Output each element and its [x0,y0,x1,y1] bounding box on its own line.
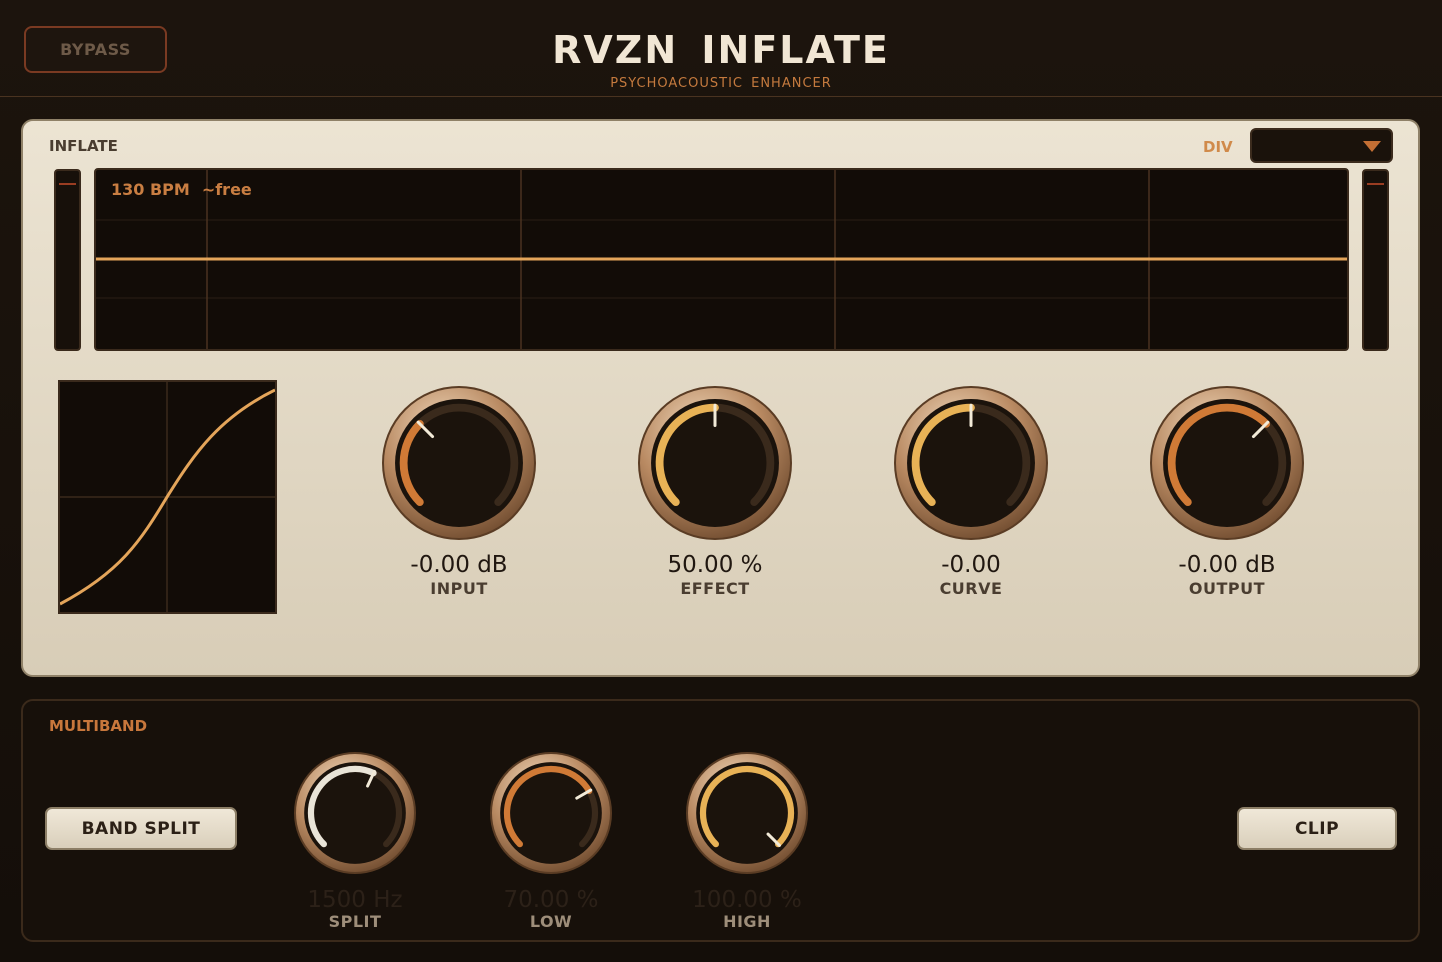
input-knob[interactable] [381,385,537,541]
output-level-meter [1362,169,1389,351]
band-split-button[interactable]: BAND SPLIT [45,807,237,850]
split-label: SPLIT [328,912,382,931]
transfer-curve-display [58,380,277,614]
split-knob[interactable] [293,751,417,875]
output-value: -0.00 dB [1178,552,1276,578]
effect-knob[interactable] [637,385,793,541]
input-label: INPUT [430,579,488,598]
inflate-section-label: INFLATE [49,137,118,155]
transfer-curve-graph [60,382,275,612]
plugin-title: RVZN INFLATE [552,28,890,72]
inflate-panel: INFLATE DIV 130 BPM ~free -0.00 dB INPUT… [21,119,1420,677]
div-dropdown[interactable] [1250,128,1393,163]
curve-knob-dial[interactable] [893,385,1049,541]
high-value: 100.00 % [692,887,802,913]
curve-label: CURVE [939,579,1003,598]
output-label: OUTPUT [1188,579,1266,598]
low-label: LOW [529,912,573,931]
output-knob-dial[interactable] [1149,385,1305,541]
output-knob[interactable] [1149,385,1305,541]
multiband-section-label: MULTIBAND [49,717,148,735]
curve-knob[interactable] [893,385,1049,541]
meter-peak-marker [1367,183,1384,185]
low-value: 70.00 % [503,887,599,913]
high-knob[interactable] [685,751,809,875]
low-knob-dial[interactable] [489,751,613,875]
div-label: DIV [1203,138,1233,156]
effect-knob-dial[interactable] [637,385,793,541]
split-value: 1500 Hz [307,887,403,913]
effect-value: 50.00 % [667,552,763,578]
effect-label: EFFECT [680,579,750,598]
input-level-meter [54,169,81,351]
waveform-scope: 130 BPM ~free [94,168,1349,351]
high-label: HIGH [723,912,771,931]
scope-grid [96,170,1347,349]
input-knob-dial[interactable] [381,385,537,541]
multiband-panel: MULTIBAND BAND SPLIT CLIP 1500 Hz SPLIT 7… [21,699,1420,942]
plugin-header: BYPASS RVZN INFLATE PSYCHOACOUSTIC ENHAN… [0,0,1442,97]
high-knob-dial[interactable] [685,751,809,875]
curve-value: -0.00 [941,552,1001,578]
sync-mode-readout: ~free [201,180,252,199]
clip-button[interactable]: CLIP [1237,807,1397,850]
scope-tempo-readout: 130 BPM ~free [111,180,264,199]
low-knob[interactable] [489,751,613,875]
meter-peak-marker [59,183,76,185]
bpm-readout: 130 BPM [111,180,190,199]
input-value: -0.00 dB [410,552,508,578]
dropdown-arrow-icon [1363,141,1381,152]
plugin-subtitle: PSYCHOACOUSTIC ENHANCER [610,76,832,91]
split-knob-dial[interactable] [293,751,417,875]
